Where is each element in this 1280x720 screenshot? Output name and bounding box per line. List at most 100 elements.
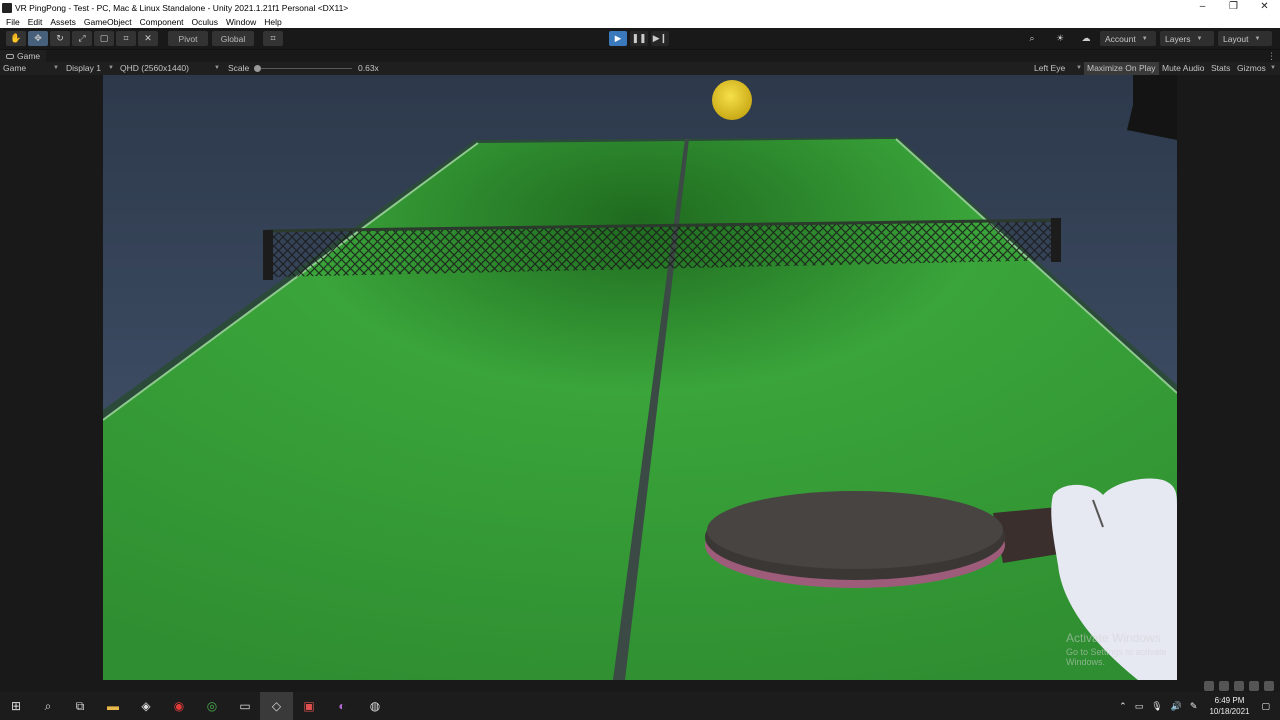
game-render[interactable]: Activate Windows Go to Settings to activ… (103, 75, 1177, 680)
clock[interactable]: 6:49 PM 10/18/2021 (1209, 695, 1249, 717)
chevron-down-icon: ▼ (1254, 35, 1261, 42)
chrome-icon[interactable]: ◎ (203, 697, 221, 715)
pivot-toggle[interactable]: Pivot (168, 31, 208, 46)
unity-hub-icon[interactable]: ◍ (366, 697, 384, 715)
github-desktop-icon[interactable]: ◐ (333, 697, 351, 715)
close-button[interactable]: ✕ (1249, 0, 1280, 15)
transform-icon: ⌗ (123, 33, 129, 43)
chevron-up-icon[interactable]: ⌃ (1119, 701, 1127, 712)
cloud-icon: ☁ (1081, 33, 1091, 43)
move-icon: ✥ (34, 33, 42, 43)
game-scene (103, 75, 1177, 680)
maximize-on-play-toggle[interactable]: Maximize On Play (1084, 62, 1159, 75)
app-icon-1[interactable]: ◈ (137, 697, 155, 715)
play-button[interactable]: ▶ (609, 31, 627, 46)
net-right-post (1051, 218, 1061, 262)
microphone-icon[interactable]: 🎙 (1151, 701, 1162, 712)
layout-label: Layout (1223, 33, 1249, 44)
layers-label: Layers (1165, 33, 1191, 44)
window-title: VR PingPong - Test - PC, Mac & Linux Sta… (15, 2, 349, 13)
view-type-dropdown[interactable]: Game (3, 62, 26, 75)
chevron-down-icon: ▼ (1141, 35, 1148, 42)
status-bar (0, 680, 1280, 692)
account-label: Account (1105, 33, 1136, 44)
rect-icon: ▢ (99, 33, 109, 43)
transform-tool-button[interactable]: ⌗ (116, 31, 136, 46)
account-dropdown[interactable]: Account ▼ (1100, 31, 1156, 46)
rider-icon[interactable]: ▣ (300, 697, 318, 715)
console-icon[interactable] (1249, 681, 1259, 691)
play-icon: ▶ (614, 33, 622, 43)
oculus-icon[interactable]: ▭ (236, 697, 254, 715)
menu-help[interactable]: Help (264, 17, 281, 27)
move-tool-button[interactable]: ✥ (28, 31, 48, 46)
display-dropdown[interactable]: Display 1 (66, 62, 101, 75)
menu-window[interactable]: Window (226, 17, 256, 27)
layout-dropdown[interactable]: Layout ▼ (1218, 31, 1272, 46)
menu-assets[interactable]: Assets (50, 17, 76, 27)
stats-toggle[interactable]: Stats (1211, 62, 1230, 75)
search-icon[interactable]: ⌕ (39, 697, 57, 715)
grid-snap-button[interactable]: ⌗ (263, 31, 283, 46)
rect-tool-button[interactable]: ▢ (94, 31, 114, 46)
tab-bar: Game ⋮ (0, 49, 1280, 63)
file-explorer-icon[interactable]: ▬ (104, 697, 122, 715)
tools-icon: ✕ (144, 33, 152, 43)
unity-taskbar-icon[interactable]: ◇ (260, 692, 293, 720)
collab-button[interactable]: ☀ (1050, 31, 1070, 46)
menu-component[interactable]: Component (140, 17, 184, 27)
layers-dropdown[interactable]: Layers ▼ (1160, 31, 1214, 46)
scale-value: 0.63x (358, 63, 379, 73)
notifications-icon[interactable]: ▢ (1261, 701, 1270, 712)
gizmos-dropdown[interactable]: Gizmos (1237, 62, 1266, 75)
pivot-label: Pivot (178, 33, 198, 44)
global-toggle[interactable]: Global (212, 31, 254, 46)
menu-oculus[interactable]: Oculus (192, 17, 218, 27)
windows-start-icon[interactable]: ⊞ (7, 697, 25, 715)
status-icons (1204, 681, 1274, 691)
collab-icon: ☀ (1055, 33, 1065, 43)
clock-date: 10/18/2021 (1209, 707, 1250, 716)
grid-icon: ⌗ (270, 33, 276, 43)
mute-audio-toggle[interactable]: Mute Audio (1162, 62, 1205, 75)
menu-edit[interactable]: Edit (28, 17, 43, 27)
minimize-button[interactable]: – (1187, 0, 1218, 15)
scale-slider-track[interactable] (257, 68, 352, 69)
game-viewport: Activate Windows Go to Settings to activ… (0, 75, 1280, 680)
menu-file[interactable]: File (6, 17, 20, 27)
dark-object (1127, 75, 1177, 140)
bug-icon[interactable] (1204, 681, 1214, 691)
chevron-down-icon: ▼ (1270, 65, 1276, 71)
task-view-icon[interactable]: ⧉ (71, 697, 89, 715)
unity-logo-icon (2, 2, 12, 13)
system-tray: ⌃ ▭ 🎙 🔊 ✎ 6:49 PM 10/18/2021 ▢ (1115, 692, 1274, 720)
build-icon[interactable] (1234, 681, 1244, 691)
cloud-button[interactable]: ☁ (1076, 31, 1096, 46)
gamepad-icon (6, 54, 14, 59)
menu-gameobject[interactable]: GameObject (84, 17, 132, 27)
global-label: Global (220, 33, 246, 44)
scale-slider-knob[interactable] (254, 65, 261, 72)
network-icon[interactable]: ▭ (1135, 701, 1144, 712)
pause-button[interactable]: ❚❚ (630, 31, 648, 46)
rotate-icon: ↻ (56, 33, 64, 43)
pen-icon[interactable]: ✎ (1190, 701, 1198, 712)
eye-dropdown[interactable]: Left Eye (1034, 62, 1065, 75)
volume-icon[interactable]: 🔊 (1171, 701, 1182, 712)
hand-tool-button[interactable]: ✋ (6, 31, 26, 46)
rotate-tool-button[interactable]: ↻ (50, 31, 70, 46)
vivaldi-icon[interactable]: ◉ (170, 697, 188, 715)
custom-tool-button[interactable]: ✕ (138, 31, 158, 46)
maximize-button[interactable]: ❐ (1218, 0, 1249, 15)
step-button[interactable]: ▶❙ (651, 31, 669, 46)
hand-icon: ✋ (10, 33, 22, 43)
scale-tool-button[interactable]: ⤢ (72, 31, 92, 46)
settings-icon[interactable] (1264, 681, 1274, 691)
resolution-dropdown[interactable]: QHD (2560x1440) (120, 62, 189, 75)
paddle-face (707, 491, 1003, 569)
menu-bar: File Edit Assets GameObject Component Oc… (0, 15, 1280, 28)
search-button[interactable]: ⌕ (1022, 31, 1042, 46)
step-icon: ▶❙ (652, 33, 668, 43)
net-left-post (263, 230, 273, 280)
progress-icon[interactable] (1219, 681, 1229, 691)
